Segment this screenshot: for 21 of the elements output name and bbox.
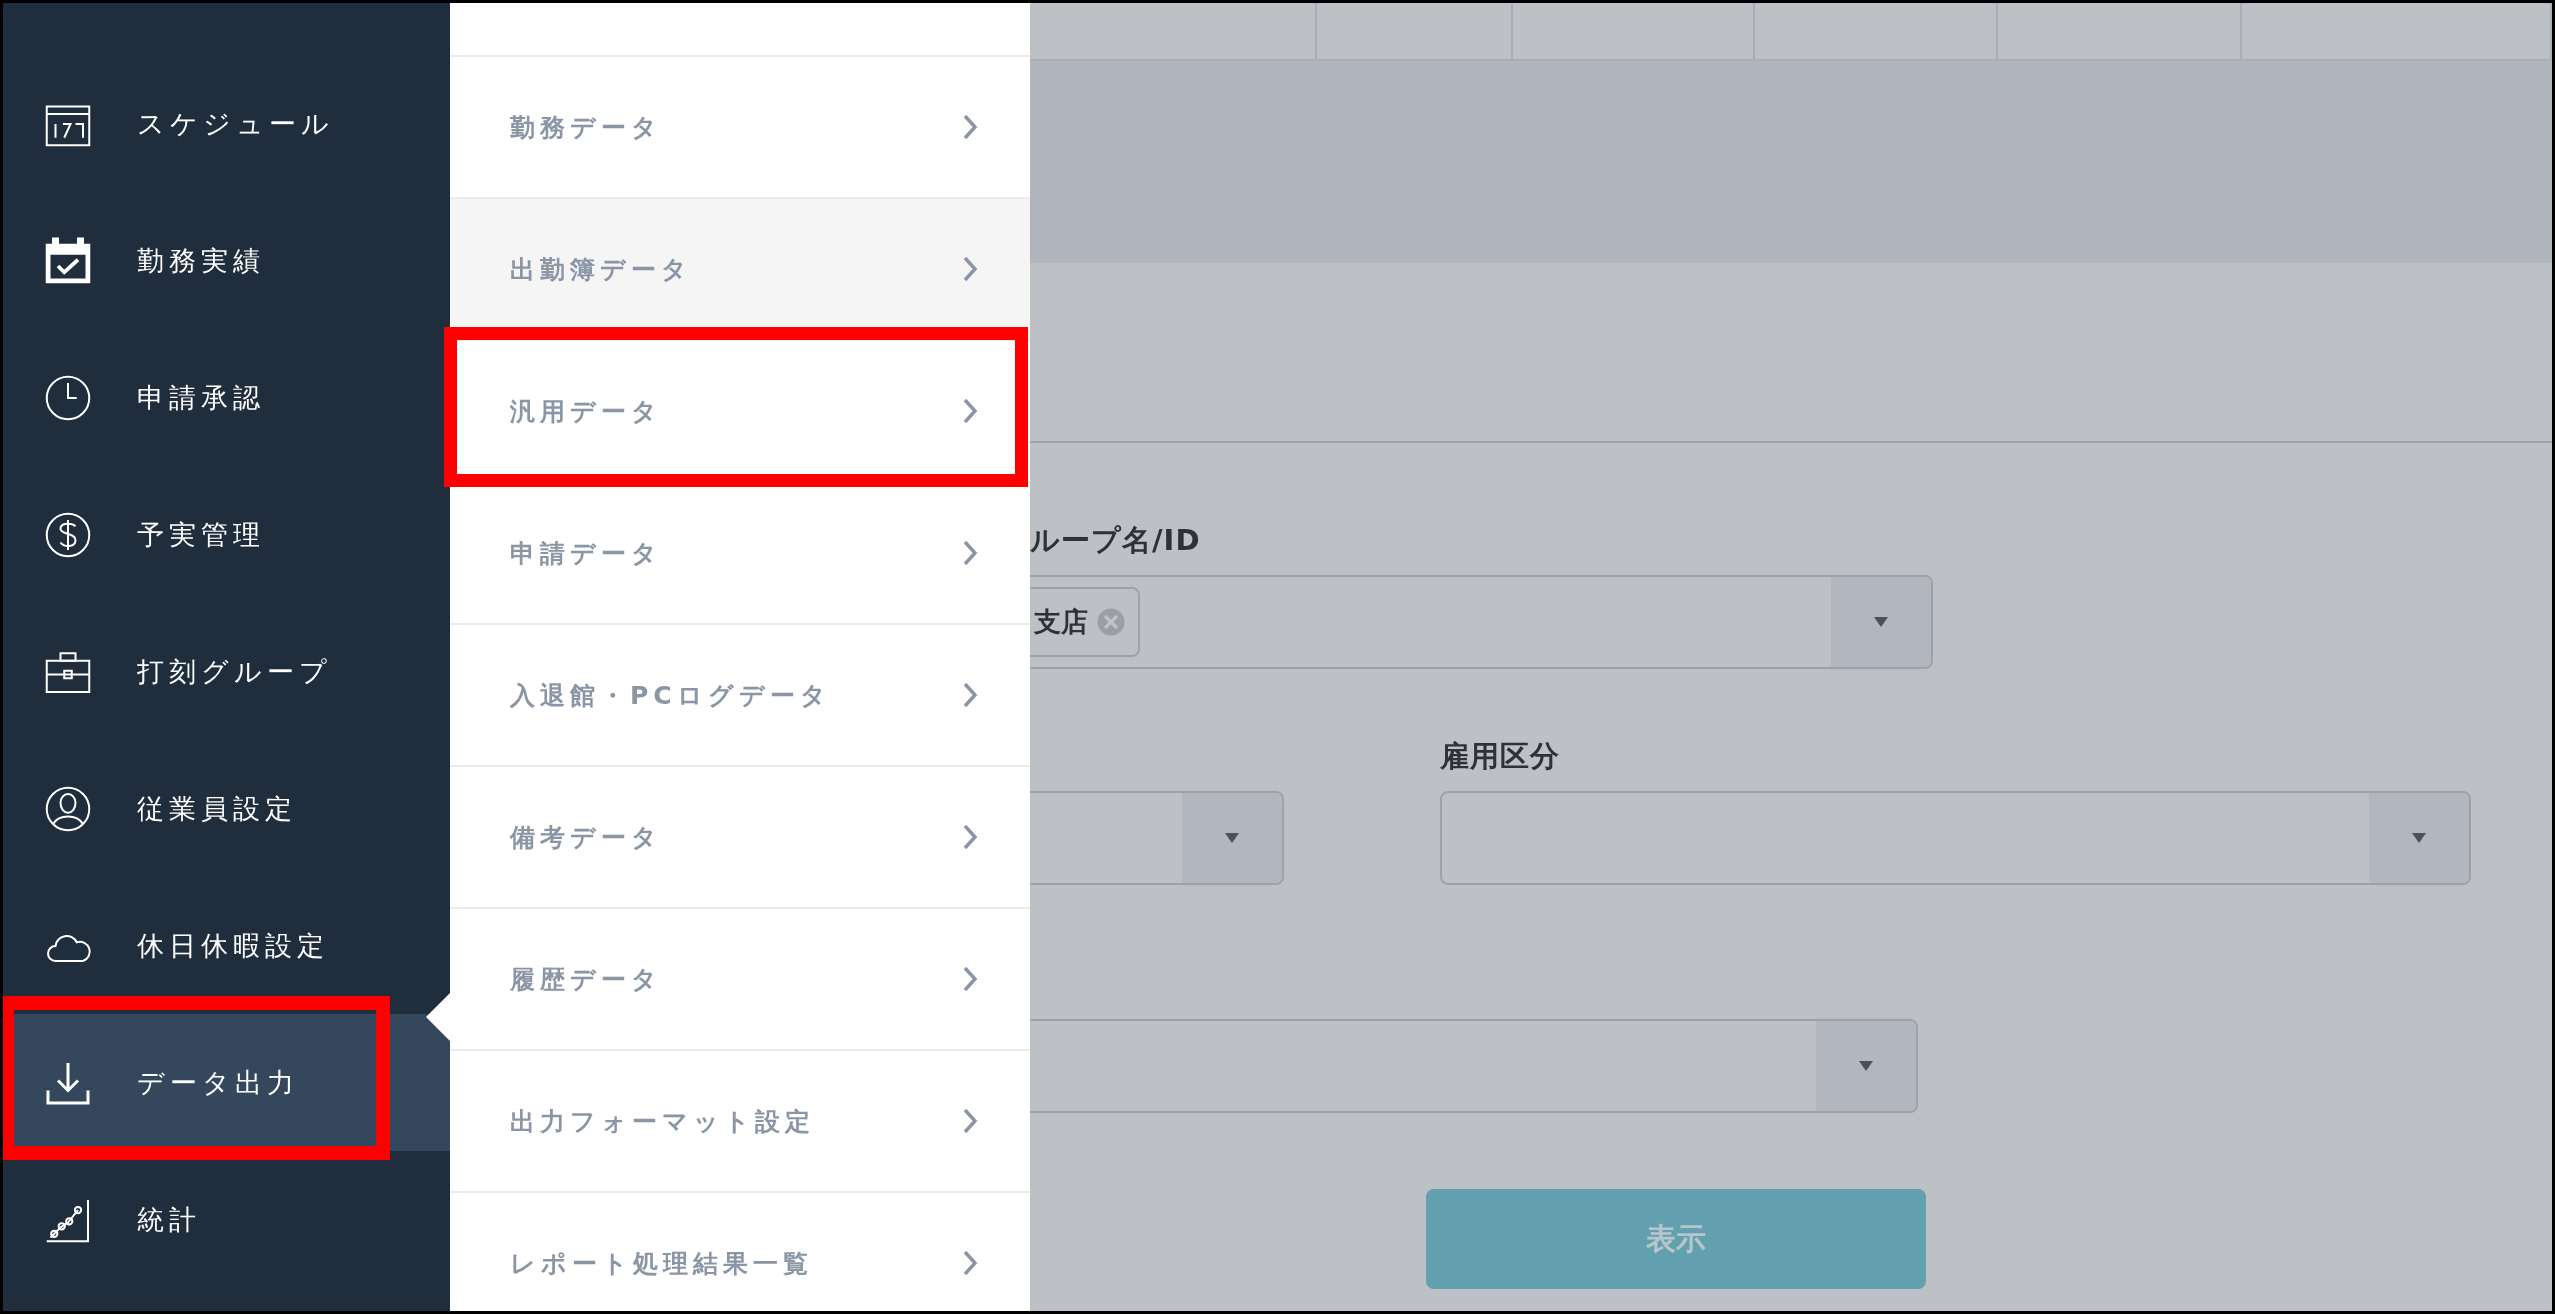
sidebar-item[interactable]: 統計 (3, 1151, 450, 1288)
sidebar-item[interactable]: 従業員設定 (3, 740, 450, 877)
select-field[interactable] (1030, 1019, 1918, 1113)
field-label: 雇用区分 (1440, 738, 1561, 775)
dropdown-arrow-icon (1874, 617, 1888, 627)
sidebar-item[interactable]: 申請承認 (3, 329, 450, 466)
employment-select[interactable] (1440, 791, 2471, 885)
sidebar-item[interactable]: 休日休暇設定 (3, 877, 450, 1014)
remove-icon[interactable] (1096, 607, 1126, 637)
dropdown-arrow-icon (1859, 1061, 1873, 1071)
dropdown-arrow-icon (2412, 833, 2426, 843)
calendar-check-icon (43, 235, 93, 286)
sidebar-item[interactable]: 打刻グループ (3, 603, 450, 740)
group-chip: 支店 (1030, 587, 1140, 657)
sidebar-item[interactable]: スケジュール (3, 55, 450, 192)
dropdown-arrow-icon (1225, 833, 1239, 843)
field-label: ループ名/ID (1030, 522, 1201, 559)
sidebar-item[interactable]: 勤務実績 (3, 192, 450, 329)
sidebar-item[interactable]: 予実管理 (3, 466, 450, 603)
select-field[interactable] (1030, 791, 1284, 885)
group-select[interactable]: 支店 (1030, 575, 1933, 669)
